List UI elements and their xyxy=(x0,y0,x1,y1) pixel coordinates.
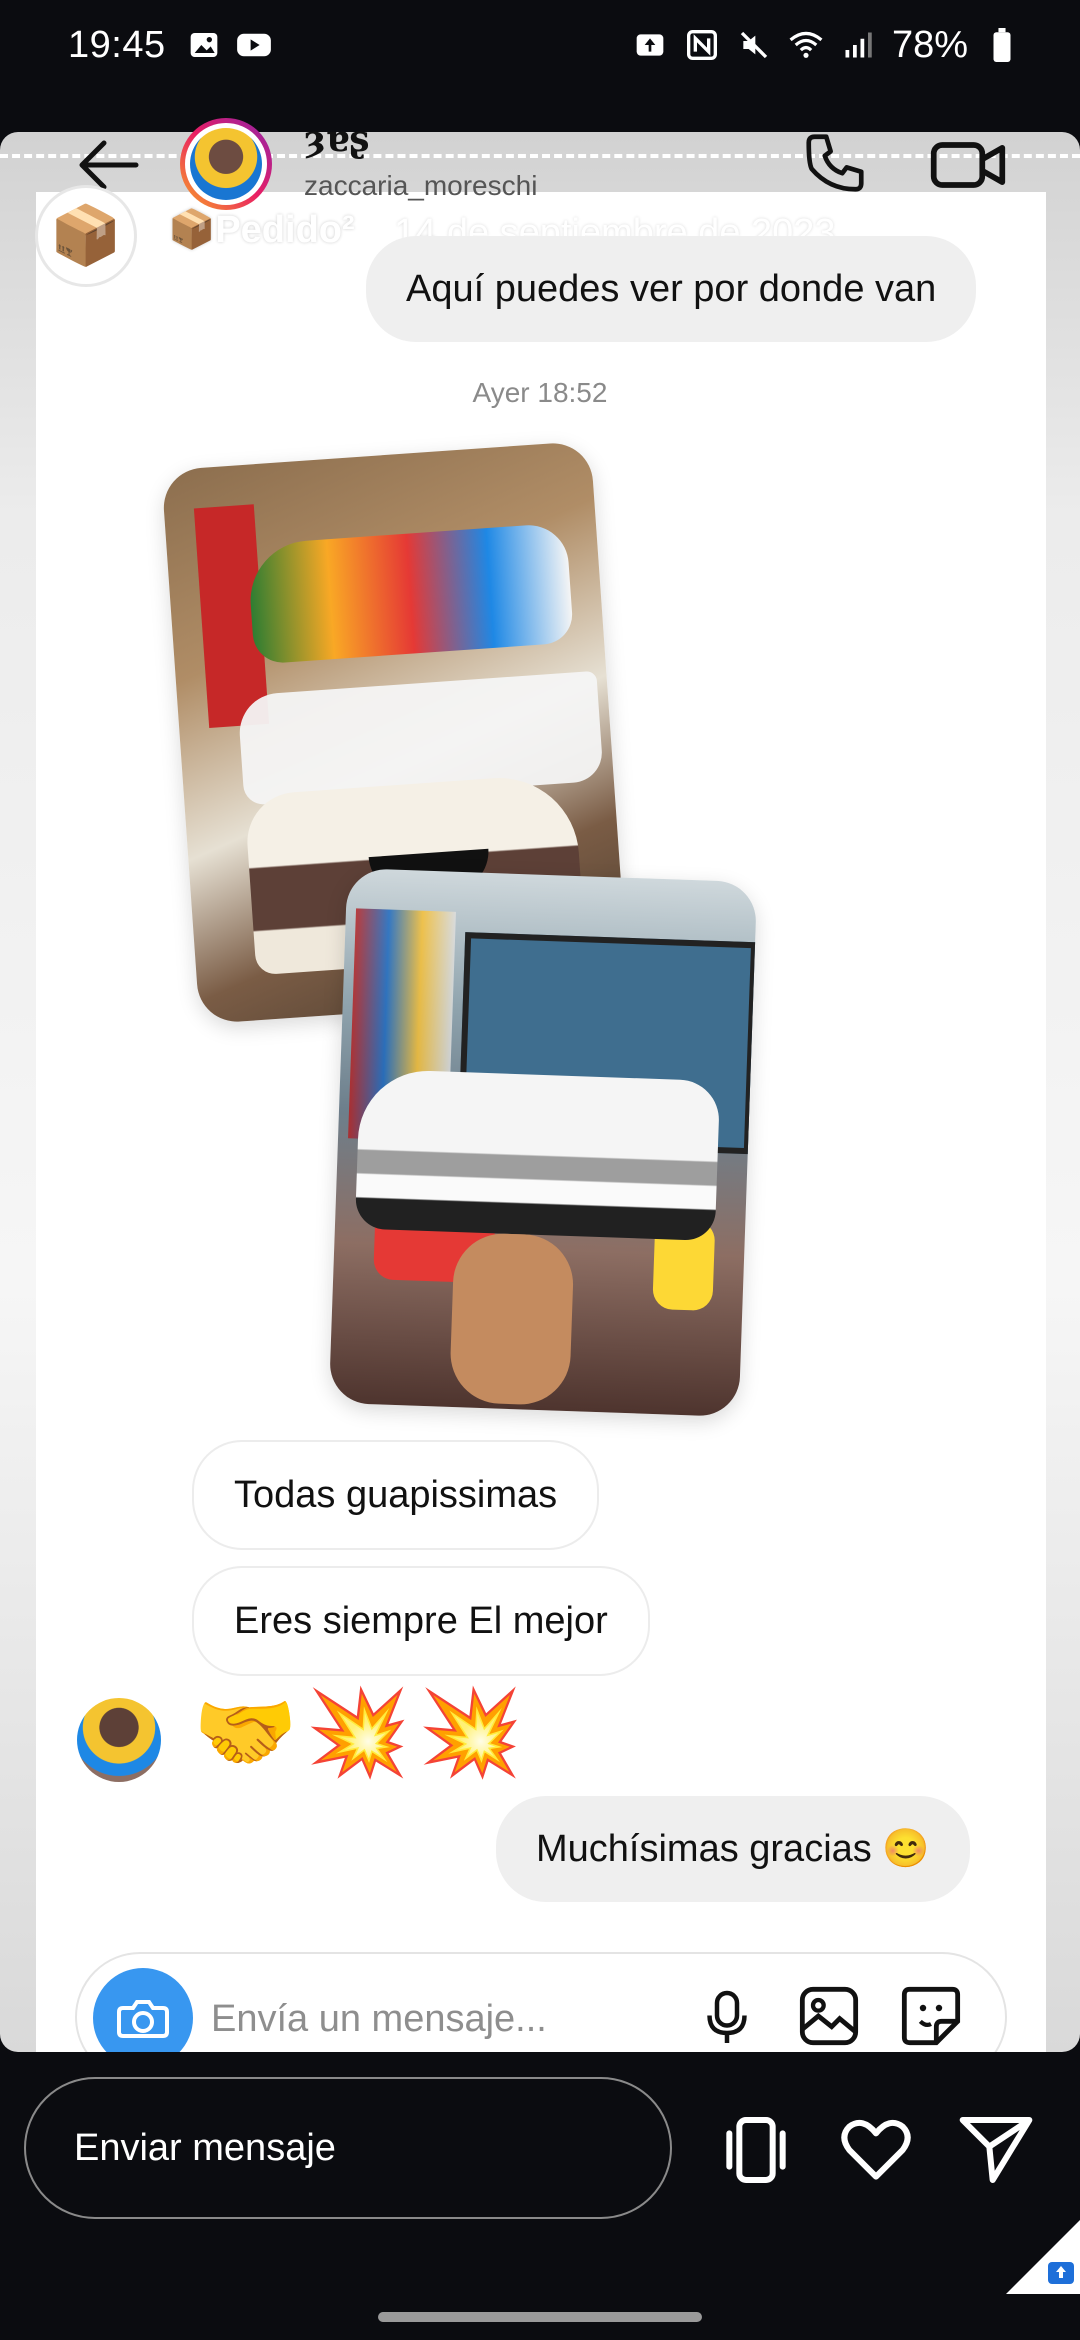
image-icon[interactable] xyxy=(797,1984,861,2048)
gallery-notification-icon xyxy=(186,27,222,63)
emoji-message[interactable]: 🤝💥💥 xyxy=(193,1690,531,1774)
heart-icon[interactable] xyxy=(836,2110,916,2190)
reply-input[interactable]: Enviar mensaje xyxy=(24,2077,672,2219)
package-icon: 📦 xyxy=(49,203,123,268)
send-icon[interactable] xyxy=(956,2110,1036,2190)
incoming-message[interactable]: Todas guapissimas xyxy=(192,1440,600,1550)
status-time: 19:45 xyxy=(68,23,166,66)
shared-photo-sneaker[interactable] xyxy=(328,868,758,1417)
more-vertical-icon[interactable] xyxy=(998,208,1012,258)
video-camera-icon[interactable] xyxy=(928,130,1008,200)
story-title: 📦Pedido² xyxy=(168,209,355,251)
story-avatar[interactable]: 📦 xyxy=(38,188,134,284)
message-timestamp: Ayer 18:52 xyxy=(472,377,608,408)
battery-icon xyxy=(984,27,1020,63)
outgoing-message[interactable]: Muchísimas gracias 😊 xyxy=(496,1796,970,1902)
composer-placeholder[interactable]: Envía un mensaje... xyxy=(211,1998,547,2041)
story-progress-bar xyxy=(0,154,1080,158)
contact-name[interactable]: ȝɐʂ xyxy=(304,118,369,160)
contact-avatar[interactable] xyxy=(180,118,272,210)
mute-icon xyxy=(736,27,772,63)
youtube-notification-icon xyxy=(236,27,272,63)
back-arrow-icon[interactable] xyxy=(74,135,144,195)
microphone-icon[interactable] xyxy=(697,1988,757,2048)
sticker-icon[interactable] xyxy=(899,1984,963,2048)
outgoing-message[interactable]: Aquí puedes ver por donde van xyxy=(366,236,977,342)
wifi-icon xyxy=(788,27,824,63)
contact-username[interactable]: zaccaria_moreschi xyxy=(304,170,537,202)
battery-percent: 78% xyxy=(891,23,968,66)
upload-icon xyxy=(632,27,668,63)
sender-avatar[interactable] xyxy=(77,1698,161,1782)
nfc-icon xyxy=(684,27,720,63)
phone-icon[interactable] xyxy=(800,128,870,198)
phone-rotate-icon[interactable] xyxy=(716,2110,796,2190)
signal-icon xyxy=(840,27,876,63)
folder-badge-icon xyxy=(1006,2220,1080,2294)
home-indicator[interactable] xyxy=(378,2312,702,2322)
incoming-message[interactable]: Eres siempre El mejor xyxy=(192,1566,650,1676)
status-bar: 19:45 78% xyxy=(0,0,1080,90)
